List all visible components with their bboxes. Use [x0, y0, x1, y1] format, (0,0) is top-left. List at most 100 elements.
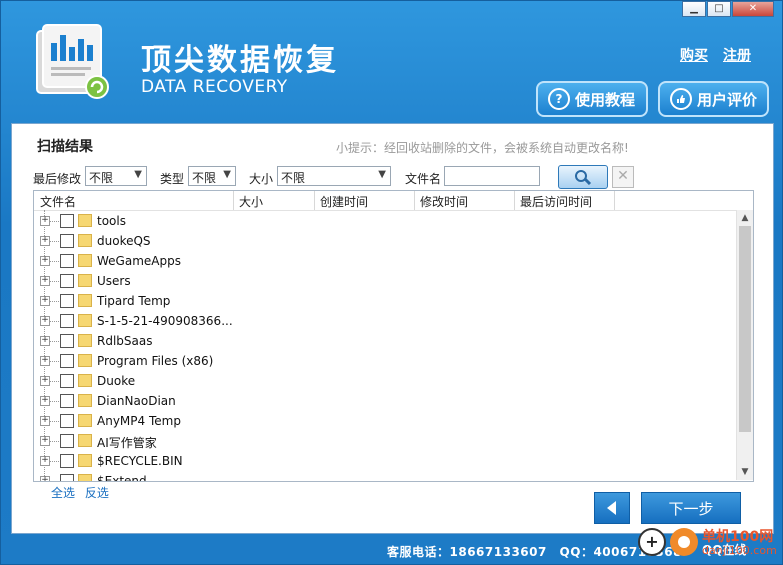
watermark-line1: 单机100网: [702, 529, 774, 545]
list-item[interactable]: + Tipard Temp: [34, 291, 753, 311]
review-button[interactable]: 用户评价: [658, 81, 769, 117]
row-checkbox[interactable]: [60, 454, 74, 468]
folder-icon: [78, 394, 92, 407]
app-title: 顶尖数据恢复: [141, 43, 339, 78]
col-accessed[interactable]: 最后访问时间: [520, 193, 592, 210]
row-filename: Users: [97, 274, 131, 288]
scroll-up-icon[interactable]: ▲: [737, 211, 753, 225]
row-filename: AnyMP4 Temp: [97, 414, 181, 428]
tutorial-label: 使用教程: [575, 90, 636, 109]
filename-input[interactable]: [444, 166, 540, 186]
modified-select[interactable]: 不限 ▼: [85, 166, 147, 186]
size-select[interactable]: 不限 ▼: [277, 166, 391, 186]
type-select[interactable]: 不限 ▼: [188, 166, 236, 186]
scan-results-panel: 扫描结果 小提示：经回收站删除的文件，会被系统自动更改名称! 最后修改 不限 ▼…: [11, 123, 774, 534]
expand-icon[interactable]: +: [40, 416, 50, 426]
expand-icon[interactable]: +: [40, 476, 50, 481]
expand-icon[interactable]: +: [40, 456, 50, 466]
list-item[interactable]: + DianNaoDian: [34, 391, 753, 411]
column-header: 文件名 大小 创建时间 修改时间 最后访问时间: [34, 191, 753, 211]
row-checkbox[interactable]: [60, 474, 74, 481]
thumbs-up-icon: [670, 88, 692, 110]
type-value: 不限: [192, 171, 217, 185]
expand-icon[interactable]: +: [40, 436, 50, 446]
x-icon: ✕: [617, 168, 629, 184]
list-item[interactable]: + $RECYCLE.BIN: [34, 451, 753, 471]
list-item[interactable]: + S-1-5-21-490908366...: [34, 311, 753, 331]
folder-icon: [78, 234, 92, 247]
question-icon: ?: [548, 88, 570, 110]
expand-icon[interactable]: +: [40, 236, 50, 246]
tip-text: 小提示：经回收站删除的文件，会被系统自动更改名称!: [336, 141, 629, 155]
close-button[interactable]: ✕: [732, 1, 774, 17]
list-item[interactable]: + AI写作管家: [34, 431, 753, 451]
expand-icon[interactable]: +: [40, 276, 50, 286]
row-checkbox[interactable]: [60, 414, 74, 428]
folder-icon: [78, 374, 92, 387]
list-item[interactable]: + $Extend: [34, 471, 753, 481]
back-button[interactable]: [594, 492, 630, 524]
row-checkbox[interactable]: [60, 254, 74, 268]
row-filename: RdlbSaas: [97, 334, 153, 348]
expand-icon[interactable]: +: [40, 396, 50, 406]
row-filename: duokeQS: [97, 234, 151, 248]
row-filename: Tipard Temp: [97, 294, 171, 308]
expand-icon[interactable]: +: [40, 256, 50, 266]
row-checkbox[interactable]: [60, 314, 74, 328]
filter-bar: 最后修改 不限 ▼ 类型 不限 ▼ 大小 不限 ▼ 文件名 ✕: [12, 165, 773, 190]
vertical-scrollbar[interactable]: ▲ ▼: [736, 210, 753, 480]
col-size[interactable]: 大小: [239, 193, 263, 210]
row-checkbox[interactable]: [60, 234, 74, 248]
expand-icon[interactable]: +: [40, 356, 50, 366]
ring-icon: [670, 528, 698, 556]
buy-link[interactable]: 购买: [680, 45, 708, 65]
modified-value: 不限: [89, 171, 114, 185]
clear-button[interactable]: ✕: [612, 166, 634, 188]
invert-selection-link[interactable]: 反选: [85, 486, 109, 500]
app-logo-icon: [36, 24, 109, 99]
list-item[interactable]: + duokeQS: [34, 231, 753, 251]
hotline-text: 客服电话：18667133607: [387, 545, 547, 559]
scroll-down-icon[interactable]: ▼: [737, 465, 753, 479]
row-checkbox[interactable]: [60, 434, 74, 448]
row-checkbox[interactable]: [60, 354, 74, 368]
row-filename: Program Files (x86): [97, 354, 214, 368]
app-window: ▁ □ ✕ 顶尖数据恢复 DATA RECOVERY 购买 注册 ? 使用教程 …: [0, 0, 783, 565]
search-icon: [575, 170, 592, 185]
row-checkbox[interactable]: [60, 294, 74, 308]
list-item[interactable]: + Users: [34, 271, 753, 291]
list-item[interactable]: + AnyMP4 Temp: [34, 411, 753, 431]
row-checkbox[interactable]: [60, 394, 74, 408]
expand-icon[interactable]: +: [40, 296, 50, 306]
expand-icon[interactable]: +: [40, 216, 50, 226]
tutorial-button[interactable]: ? 使用教程: [536, 81, 648, 117]
chevron-down-icon: ▼: [134, 169, 142, 180]
list-item[interactable]: + Duoke: [34, 371, 753, 391]
row-checkbox[interactable]: [60, 274, 74, 288]
list-item[interactable]: + Program Files (x86): [34, 351, 753, 371]
row-filename: $RECYCLE.BIN: [97, 454, 183, 468]
col-filename[interactable]: 文件名: [40, 193, 76, 210]
file-tree[interactable]: 文件名 大小 创建时间 修改时间 最后访问时间 + tools + duokeQS + W…: [33, 190, 754, 482]
review-label: 用户评价: [697, 90, 758, 109]
expand-icon[interactable]: +: [40, 316, 50, 326]
col-created[interactable]: 创建时间: [320, 193, 368, 210]
row-checkbox[interactable]: [60, 214, 74, 228]
row-checkbox[interactable]: [60, 374, 74, 388]
watermark: + 单机100网 danji100.com: [638, 526, 778, 562]
expand-icon[interactable]: +: [40, 376, 50, 386]
modified-label: 最后修改: [33, 172, 82, 186]
search-button[interactable]: [558, 165, 608, 189]
next-step-button[interactable]: 下一步: [641, 492, 741, 524]
list-item[interactable]: + WeGameApps: [34, 251, 753, 271]
list-item[interactable]: + RdlbSaas: [34, 331, 753, 351]
col-modified[interactable]: 修改时间: [420, 193, 468, 210]
row-checkbox[interactable]: [60, 334, 74, 348]
maximize-button[interactable]: □: [707, 1, 731, 17]
minimize-button[interactable]: ▁: [682, 1, 706, 17]
list-item[interactable]: + tools: [34, 211, 753, 231]
scroll-thumb[interactable]: [739, 226, 751, 432]
select-all-link[interactable]: 全选: [51, 486, 75, 500]
register-link[interactable]: 注册: [723, 45, 751, 65]
expand-icon[interactable]: +: [40, 336, 50, 346]
